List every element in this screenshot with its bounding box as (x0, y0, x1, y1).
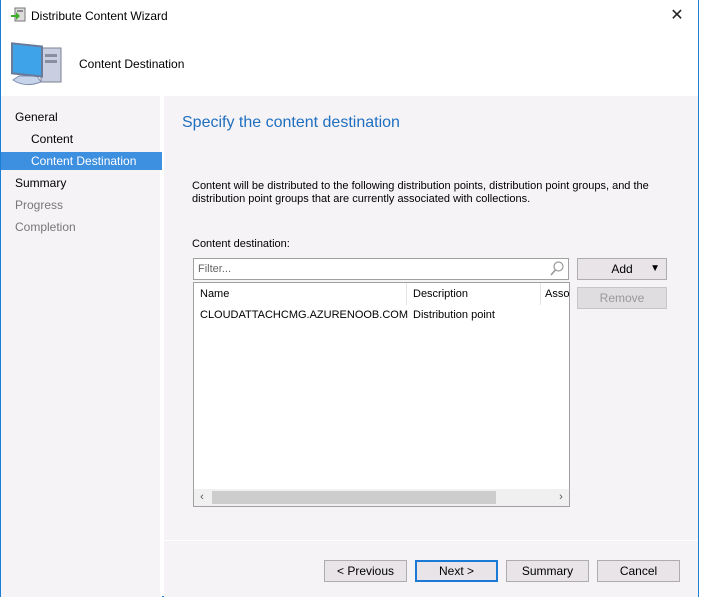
previous-button[interactable]: < Previous (324, 560, 407, 582)
next-button[interactable]: Next > (415, 560, 498, 582)
title-bar: Distribute Content Wizard ✕ (1, 0, 698, 32)
remove-button: Remove (577, 287, 667, 309)
destination-list[interactable]: Name Description Asso CLOUDATTACHCMG.AZU… (193, 282, 570, 507)
filter-input[interactable]: Filter... (193, 258, 569, 280)
computer-icon (11, 42, 62, 86)
wizard-content: Specify the content destination Content … (164, 96, 698, 597)
scroll-right-icon[interactable]: › (553, 489, 569, 506)
nav-item-progress: Progress (15, 198, 64, 212)
wizard-header: Content Destination (1, 32, 698, 96)
cancel-button[interactable]: Cancel (597, 560, 680, 582)
dropdown-arrow-icon: ▼ (650, 263, 660, 274)
description-text: Content will be distributed to the follo… (192, 180, 649, 205)
nav-item-summary[interactable]: Summary (1, 174, 162, 192)
wizard-app-icon (11, 7, 26, 22)
scroll-left-icon[interactable]: ‹ (194, 489, 210, 506)
page-title: Specify the content destination (182, 114, 400, 131)
column-header-description[interactable]: Description (407, 283, 541, 305)
search-icon[interactable] (550, 261, 564, 277)
nav-item-content-destination[interactable]: Content Destination (1, 152, 162, 170)
column-header-name[interactable]: Name (194, 283, 407, 305)
nav-item-general[interactable]: General (1, 108, 162, 126)
close-icon[interactable]: ✕ (662, 4, 692, 28)
footer-divider (164, 540, 698, 541)
window-title: Distribute Content Wizard (31, 9, 168, 23)
row-name[interactable]: CLOUDATTACHCMG.AZURENOOB.COM (194, 305, 408, 325)
nav-item-completion: Completion (15, 220, 76, 234)
nav-item-content[interactable]: Content (1, 130, 162, 148)
filter-placeholder: Filter... (198, 263, 232, 275)
content-destination-label: Content destination: (192, 238, 290, 250)
wizard-nav: General Content Content Destination Summ… (1, 96, 162, 597)
page-header-title: Content Destination (79, 57, 185, 71)
summary-button[interactable]: Summary (506, 560, 589, 582)
scrollbar-thumb[interactable] (212, 491, 496, 504)
row-description[interactable]: Distribution point (407, 305, 495, 325)
add-label: Add (611, 262, 633, 276)
column-header-associated[interactable]: Asso (541, 283, 569, 305)
horizontal-scrollbar[interactable]: ‹ › (194, 489, 569, 506)
add-button[interactable]: Add ▼ (577, 258, 667, 280)
wizard-window: Distribute Content Wizard ✕ Content Dest… (0, 0, 699, 597)
